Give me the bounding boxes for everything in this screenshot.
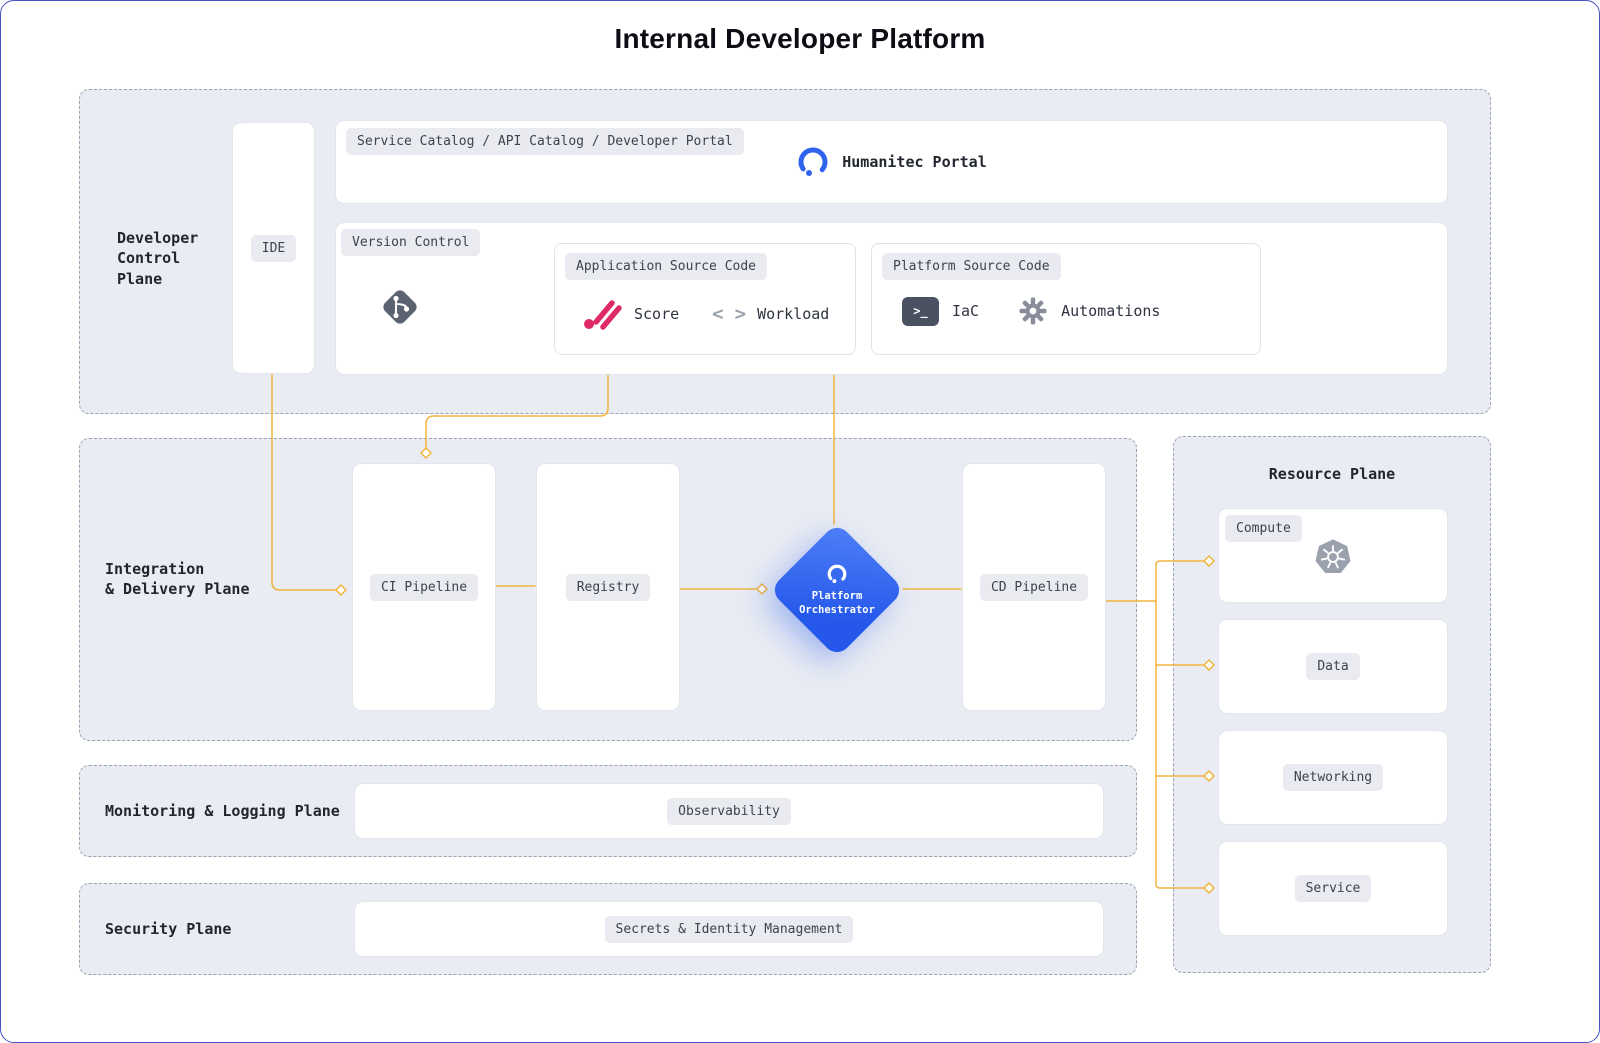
cd-pipeline-box: CD Pipeline [962,463,1106,711]
platform-orchestrator-content: Platform Orchestrator [789,542,885,638]
networking-box: Networking [1218,730,1448,825]
ide-box: IDE [232,122,315,374]
ide-badge: IDE [251,235,296,262]
plane-integration-delivery: Integration & Delivery Plane CI Pipeline… [79,438,1137,741]
platform-source-content: >_ IaC [902,296,1160,326]
service-box: Service [1218,841,1448,936]
plane-developer-control: Developer Control Plane IDE Service Cata… [79,89,1491,414]
registry-badge: Registry [566,574,651,601]
version-control-badge: Version Control [341,229,480,256]
registry-box: Registry [536,463,680,711]
integration-delivery-plane-label: Integration & Delivery Plane [105,559,250,600]
iac-label: IaC [952,302,979,320]
terminal-icon: >_ [902,297,939,326]
compute-box: Compute [1218,508,1448,603]
gear-icon [1018,296,1048,326]
platform-source-box: Platform Source Code >_ IaC [871,243,1261,355]
observability-box: Observability [354,783,1104,839]
humanitec-brand: Humanitec Portal [796,145,987,179]
workload-label: Workload [757,305,829,323]
orchestrator-label: Platform Orchestrator [799,590,875,617]
chevron-left-icon: < [712,305,723,324]
service-badge: Service [1295,875,1372,902]
humanitec-logo-icon [796,145,830,179]
application-source-content: Score < > Workload [579,296,829,332]
security-plane-label: Security Plane [105,919,231,939]
git-icon [376,283,424,331]
diagram-canvas: Internal Developer Platform Devel [0,0,1600,1043]
score-label: Score [634,305,679,323]
plane-monitoring: Monitoring & Logging Plane Observability [79,765,1137,857]
application-source-box: Application Source Code Score < > Worklo… [554,243,856,355]
secrets-box: Secrets & Identity Management [354,901,1104,957]
compute-badge: Compute [1225,515,1302,542]
chevron-right-icon: > [735,305,746,324]
resource-plane-title: Resource Plane [1174,465,1490,483]
monitoring-plane-label: Monitoring & Logging Plane [105,801,340,821]
networking-badge: Networking [1283,764,1383,791]
portal-badge: Service Catalog / API Catalog / Develope… [346,128,744,155]
application-source-badge: Application Source Code [565,253,767,280]
version-control-box: Version Control Application Source Code [335,222,1448,375]
humanitec-portal-label: Humanitec Portal [842,153,987,171]
plane-resource: Resource Plane Compute Data [1173,436,1491,973]
platform-orchestrator-diamond: Platform Orchestrator [769,522,905,658]
developer-control-plane-label: Developer Control Plane [117,228,198,289]
ci-pipeline-badge: CI Pipeline [370,574,478,601]
automations-label: Automations [1061,302,1160,320]
cd-pipeline-badge: CD Pipeline [980,574,1088,601]
data-box: Data [1218,619,1448,714]
kubernetes-icon [1314,538,1352,576]
score-logo-icon [579,296,623,332]
secrets-badge: Secrets & Identity Management [605,916,854,943]
data-badge: Data [1306,653,1359,680]
orchestrator-logo-icon [826,563,848,585]
portal-box: Service Catalog / API Catalog / Develope… [335,120,1448,204]
plane-security: Security Plane Secrets & Identity Manage… [79,883,1137,975]
ci-pipeline-box: CI Pipeline [352,463,496,711]
observability-badge: Observability [667,798,791,825]
platform-source-badge: Platform Source Code [882,253,1061,280]
page-title: Internal Developer Platform [1,23,1599,55]
